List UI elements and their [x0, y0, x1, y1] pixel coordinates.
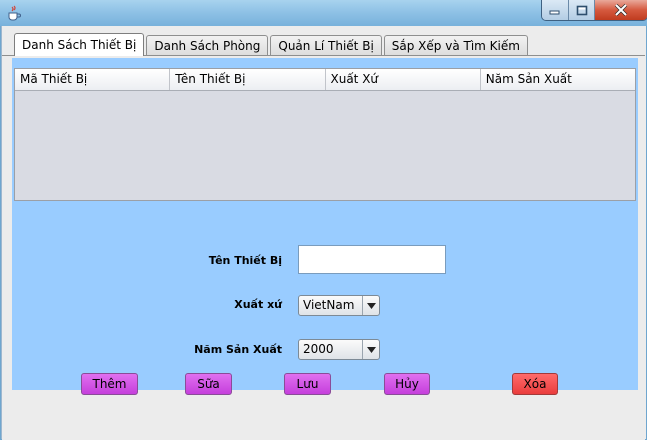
window-controls	[541, 0, 647, 21]
tab-danh-sach-phong[interactable]: Danh Sách Phòng	[146, 35, 269, 56]
cancel-button[interactable]: Hủy	[384, 373, 430, 395]
form-panel: Mã Thiết Bị Tên Thiết Bị Xuất Xứ Năm Sản…	[12, 58, 638, 395]
maximize-button[interactable]	[569, 0, 595, 20]
java-cup-icon	[6, 5, 22, 21]
column-header-nam-san-xuat[interactable]: Năm Sản Xuất	[481, 69, 635, 90]
close-icon	[614, 4, 628, 16]
title-bar[interactable]	[0, 0, 647, 26]
save-button[interactable]: Lưu	[284, 373, 331, 395]
table-header: Mã Thiết Bị Tên Thiết Bị Xuất Xứ Năm Sản…	[15, 69, 635, 91]
column-header-xuat-xu[interactable]: Xuất Xứ	[326, 69, 481, 90]
name-label: Tên Thiết Bị	[208, 254, 282, 267]
origin-label: Xuất xứ	[234, 298, 282, 311]
tab-sap-xep-va-tim-kiem[interactable]: Sắp Xếp và Tìm Kiếm	[383, 35, 528, 56]
tab-danh-sach-thiet-bi[interactable]: Danh Sách Thiết Bị	[14, 33, 145, 56]
name-input[interactable]	[298, 245, 446, 274]
chevron-down-icon[interactable]	[362, 296, 379, 315]
edit-button[interactable]: Sữa	[185, 373, 232, 395]
delete-button[interactable]: Xóa	[512, 373, 558, 395]
column-header-ma-thiet-bi[interactable]: Mã Thiết Bị	[15, 69, 171, 90]
year-select-value: 2000	[303, 342, 334, 356]
device-table[interactable]: Mã Thiết Bị Tên Thiết Bị Xuất Xứ Năm Sản…	[14, 68, 636, 201]
chevron-down-icon[interactable]	[362, 340, 379, 359]
minimize-icon	[549, 10, 560, 15]
close-button[interactable]	[595, 0, 647, 20]
tab-quan-li-thiet-bi[interactable]: Quản Lí Thiết Bị	[270, 35, 382, 56]
minimize-button[interactable]	[542, 0, 569, 20]
maximize-icon	[576, 5, 587, 15]
tab-panel: Mã Thiết Bị Tên Thiết Bị Xuất Xứ Năm Sản…	[2, 55, 645, 440]
tab-strip: Danh Sách Thiết Bị Danh Sách Phòng Quản …	[14, 33, 530, 56]
origin-select[interactable]: VietNam	[298, 295, 380, 316]
window-body: Danh Sách Thiết Bị Danh Sách Phòng Quản …	[1, 26, 646, 440]
year-label: Năm Sản Xuất	[194, 343, 282, 356]
origin-select-value: VietNam	[303, 298, 355, 312]
year-select[interactable]: 2000	[298, 339, 380, 360]
column-header-ten-thiet-bi[interactable]: Tên Thiết Bị	[170, 69, 326, 90]
add-button[interactable]: Thêm	[81, 373, 138, 395]
